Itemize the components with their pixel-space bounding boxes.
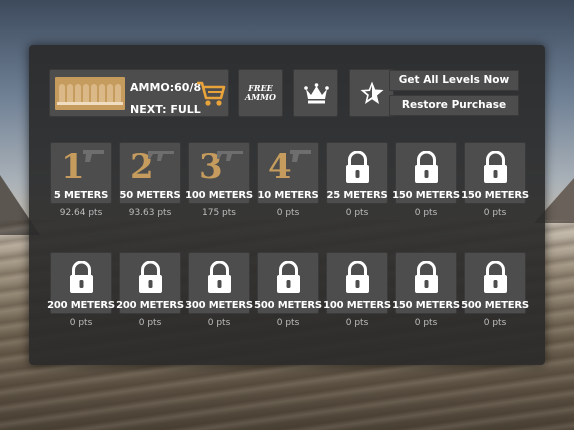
free-ammo-label: FREE AMMO bbox=[245, 83, 276, 102]
level-score: 0 pts bbox=[414, 208, 438, 218]
ammo-info: AMMO:60/8 NEXT: FULL bbox=[130, 77, 201, 121]
ammo-count: AMMO:60/8 bbox=[130, 81, 202, 94]
level-distance: 150 METERS bbox=[461, 190, 529, 201]
level-distance: 200 METERS bbox=[116, 300, 184, 311]
level-distance: 300 METERS bbox=[185, 300, 253, 311]
level-distance: 25 METERS bbox=[326, 190, 388, 201]
level-score: 175 pts bbox=[202, 208, 236, 218]
lock-icon bbox=[415, 151, 438, 183]
restore-purchase-button[interactable]: Restore Purchase bbox=[389, 95, 519, 116]
lock-icon bbox=[484, 261, 507, 293]
lock-icon bbox=[277, 261, 300, 293]
get-all-levels-button[interactable]: Get All Levels Now bbox=[389, 70, 519, 91]
level-score: 0 pts bbox=[276, 318, 300, 328]
lock-icon bbox=[346, 151, 369, 183]
pistol-icon bbox=[83, 150, 104, 162]
level-distance: 10 METERS bbox=[257, 190, 319, 201]
level-score: 0 pts bbox=[207, 318, 231, 328]
level-score: 0 pts bbox=[483, 318, 507, 328]
level-tile-1[interactable]: 1 5 METERS bbox=[50, 142, 112, 204]
level-tile-10-locked[interactable]: 300 METERS bbox=[185, 252, 253, 314]
lock-icon bbox=[208, 261, 231, 293]
level-distance: 150 METERS bbox=[392, 190, 460, 201]
level-tile-5-locked[interactable]: 25 METERS bbox=[326, 142, 388, 204]
level-score: 0 pts bbox=[138, 318, 162, 328]
level-select-panel: AMMO:60/8 NEXT: FULL FREE AMMO Get All L… bbox=[29, 45, 545, 365]
level-tile-12-locked[interactable]: 100 METERS bbox=[323, 252, 391, 314]
level-distance: 5 METERS bbox=[53, 190, 109, 201]
bullets-icon bbox=[55, 77, 125, 110]
level-tile-4[interactable]: 4 10 METERS bbox=[257, 142, 319, 204]
cart-icon[interactable] bbox=[196, 80, 226, 108]
level-distance: 100 METERS bbox=[323, 300, 391, 311]
level-tile-7-locked[interactable]: 150 METERS bbox=[461, 142, 529, 204]
level-score: 92.64 pts bbox=[59, 208, 103, 218]
level-distance: 500 METERS bbox=[461, 300, 529, 311]
level-tile-9-locked[interactable]: 200 METERS bbox=[116, 252, 184, 314]
level-distance: 500 METERS bbox=[254, 300, 322, 311]
level-score: 0 pts bbox=[483, 208, 507, 218]
level-tile-2[interactable]: 2 50 METERS bbox=[119, 142, 181, 204]
level-tile-6-locked[interactable]: 150 METERS bbox=[392, 142, 460, 204]
leaderboard-button[interactable] bbox=[293, 69, 338, 117]
level-score: 0 pts bbox=[345, 318, 369, 328]
ammo-status-button[interactable]: AMMO:60/8 NEXT: FULL bbox=[49, 69, 229, 117]
lock-icon bbox=[70, 261, 93, 293]
level-score: 0 pts bbox=[345, 208, 369, 218]
level-score: 93.63 pts bbox=[128, 208, 172, 218]
crown-icon bbox=[304, 83, 329, 104]
level-distance: 50 METERS bbox=[119, 190, 181, 201]
next-refill: NEXT: FULL bbox=[130, 103, 201, 116]
rifle-icon bbox=[217, 151, 243, 161]
lock-icon bbox=[346, 261, 369, 293]
level-tile-8-locked[interactable]: 200 METERS bbox=[47, 252, 115, 314]
level-distance: 150 METERS bbox=[392, 300, 460, 311]
level-score: 0 pts bbox=[414, 318, 438, 328]
lock-icon bbox=[484, 151, 507, 183]
level-tile-13-locked[interactable]: 150 METERS bbox=[392, 252, 460, 314]
lock-icon bbox=[415, 261, 438, 293]
level-tile-14-locked[interactable]: 500 METERS bbox=[461, 252, 529, 314]
level-score: 0 pts bbox=[276, 208, 300, 218]
rate-button[interactable] bbox=[349, 69, 394, 117]
level-score: 0 pts bbox=[69, 318, 93, 328]
lock-icon bbox=[139, 261, 162, 293]
level-distance: 200 METERS bbox=[47, 300, 115, 311]
pistol-icon bbox=[290, 150, 311, 162]
star-icon bbox=[360, 81, 384, 104]
rifle-icon bbox=[148, 151, 174, 161]
level-tile-3[interactable]: 3 100 METERS bbox=[185, 142, 253, 204]
level-tile-11-locked[interactable]: 500 METERS bbox=[254, 252, 322, 314]
level-distance: 100 METERS bbox=[185, 190, 253, 201]
free-ammo-button[interactable]: FREE AMMO bbox=[238, 69, 283, 117]
